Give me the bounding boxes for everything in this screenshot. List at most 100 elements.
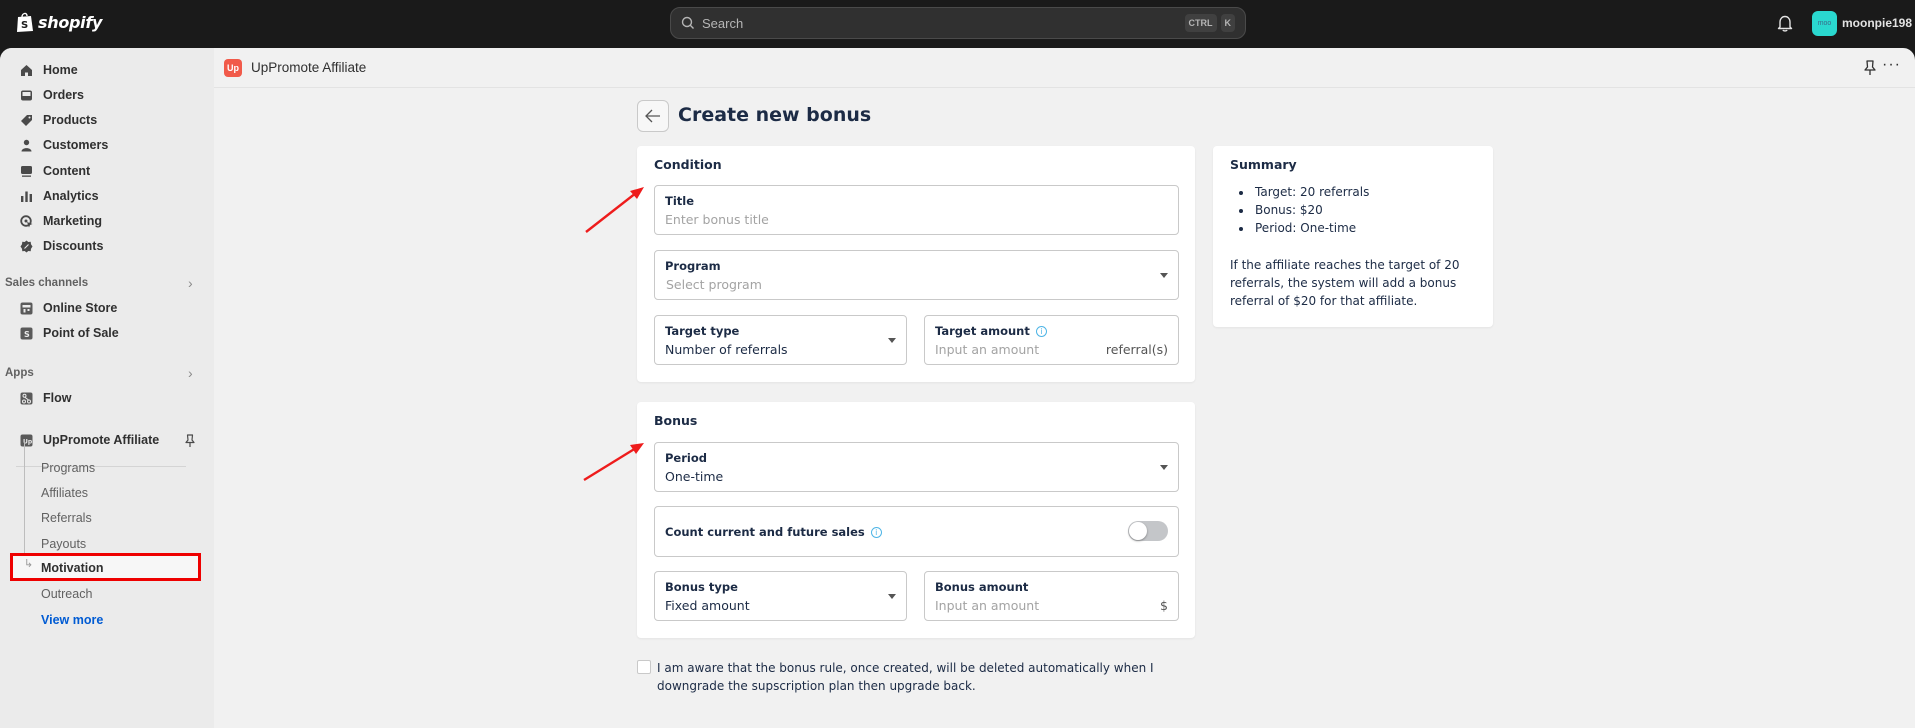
count-sales-field: Count current and future sales i <box>654 506 1179 557</box>
sidebar-subitem-motivation[interactable]: Motivation <box>41 561 104 575</box>
sidebar-item-uppromote-affiliate[interactable]: Up UpPromote Affiliate <box>8 428 200 452</box>
sidebar-item-label: Flow <box>43 391 72 405</box>
tag-icon <box>19 113 33 127</box>
sidebar-item-home[interactable]: Home <box>8 58 200 82</box>
sidebar-item-label: Products <box>43 113 98 127</box>
chevron-right-icon[interactable]: › <box>188 365 193 381</box>
app-title: UpPromote Affiliate <box>251 60 367 75</box>
bell-icon[interactable] <box>1777 14 1793 32</box>
info-icon[interactable]: i <box>870 527 882 538</box>
caret-down-icon <box>1160 273 1168 278</box>
bonus-amount-input[interactable]: Input an amount <box>935 598 1039 613</box>
acknowledgement-text[interactable]: I am aware that the bonus rule, once cre… <box>657 659 1197 695</box>
period-select[interactable]: Period One-time <box>654 442 1179 492</box>
bonus-amount-field[interactable]: Bonus amount Input an amount $ <box>924 571 1179 621</box>
sidebar-item-analytics[interactable]: Analytics <box>8 184 200 208</box>
section-label-sales-channels: Sales channels <box>5 277 89 289</box>
back-button[interactable] <box>637 100 669 132</box>
username[interactable]: moonpie198 <box>1842 16 1912 30</box>
store-icon <box>19 301 33 315</box>
sidebar-item-content[interactable]: Content <box>8 159 200 183</box>
summary-item: Bonus: $20 <box>1230 203 1369 221</box>
sidebar-item-label: Customers <box>43 138 109 152</box>
bar-chart-icon <box>19 189 33 203</box>
bonus-type-label: Bonus type <box>665 580 738 594</box>
summary-heading: Summary <box>1230 157 1297 172</box>
uppromote-app-icon: Up <box>19 433 33 447</box>
program-select[interactable]: Program Select program <box>654 250 1179 300</box>
sidebar-item-discounts[interactable]: Discounts <box>8 234 200 258</box>
target-type-select[interactable]: Target type Number of referrals <box>654 315 907 365</box>
bonus-type-select[interactable]: Bonus type Fixed amount <box>654 571 907 621</box>
home-icon <box>19 63 33 77</box>
search-icon <box>681 16 694 29</box>
sidebar-item-label: Point of Sale <box>43 326 119 340</box>
flow-icon <box>19 391 33 405</box>
sidebar-subitem-payouts[interactable]: Payouts <box>41 537 86 551</box>
section-label-apps: Apps <box>5 367 34 379</box>
sidebar-item-label: Analytics <box>43 189 99 203</box>
condition-card: Condition Title Enter bonus title Progra… <box>637 146 1195 382</box>
target-amount-input[interactable]: Input an amount <box>935 342 1039 357</box>
sidebar-item-label: Online Store <box>43 301 118 315</box>
sidebar-item-flow[interactable]: Flow <box>8 386 200 410</box>
shortcut-key-k: K <box>1220 14 1235 32</box>
sidebar-item-label: Discounts <box>43 239 104 253</box>
shopify-logo[interactable]: S shopify <box>16 11 102 33</box>
sidebar-item-customers[interactable]: Customers <box>8 133 200 157</box>
target-type-value: Number of referrals <box>665 342 788 357</box>
bonus-type-value: Fixed amount <box>665 598 750 613</box>
info-icon[interactable]: i <box>1035 326 1047 337</box>
shopify-bag-icon: S <box>17 12 33 32</box>
bonus-amount-label: Bonus amount <box>935 580 1029 594</box>
summary-item: Target: 20 referrals <box>1230 185 1369 203</box>
chevron-right-icon[interactable]: › <box>188 275 193 291</box>
program-placeholder: Select program <box>666 277 762 292</box>
sidebar-item-orders[interactable]: Orders <box>8 83 200 107</box>
sidebar-item-online-store[interactable]: Online Store <box>8 296 200 320</box>
search-placeholder: Search <box>702 15 744 31</box>
top-bar: S shopify Search CTRL K moo moonpie198 <box>0 0 1915 48</box>
acknowledgement-checkbox[interactable] <box>637 660 651 674</box>
content-icon <box>19 164 33 178</box>
admin-shell: Home Orders Products Customers Content A… <box>0 48 1915 728</box>
sidebar-subitem-outreach[interactable]: Outreach <box>41 587 92 601</box>
search-bar[interactable]: Search CTRL K <box>670 7 1246 39</box>
sidebar-item-products[interactable]: Products <box>8 108 200 132</box>
pos-icon: S <box>19 326 33 340</box>
discount-icon <box>19 239 33 253</box>
sidebar-item-point-of-sale[interactable]: S Point of Sale <box>8 321 200 345</box>
sidebar-subitem-programs[interactable]: Programs <box>41 461 95 475</box>
period-label: Period <box>665 451 707 465</box>
pin-icon[interactable] <box>1863 60 1877 76</box>
svg-text:S: S <box>24 330 30 339</box>
sidebar-subitem-affiliates[interactable]: Affiliates <box>41 486 88 500</box>
target-amount-field[interactable]: Target amount i Input an amount referral(… <box>924 315 1179 365</box>
caret-down-icon <box>1160 465 1168 470</box>
sidebar-item-marketing[interactable]: Marketing <box>8 209 200 233</box>
sidebar-subitem-referrals[interactable]: Referrals <box>41 511 92 525</box>
sidebar-item-label: UpPromote Affiliate <box>43 433 160 447</box>
count-sales-toggle[interactable] <box>1128 521 1168 541</box>
more-actions-icon[interactable]: ··· <box>1882 56 1901 74</box>
title-input[interactable]: Enter bonus title <box>665 212 769 227</box>
toggle-knob <box>1129 522 1147 540</box>
tree-line <box>24 440 25 562</box>
uppromote-logo-icon: Up <box>224 59 242 77</box>
target-icon <box>19 214 33 228</box>
caret-down-icon <box>888 338 896 343</box>
title-field[interactable]: Title Enter bonus title <box>654 185 1179 235</box>
orders-icon <box>19 88 33 102</box>
sidebar: Home Orders Products Customers Content A… <box>0 48 214 728</box>
caret-down-icon <box>888 594 896 599</box>
summary-card: Summary Target: 20 referrals Bonus: $20 … <box>1213 146 1493 327</box>
avatar[interactable]: moo <box>1812 11 1837 36</box>
bonus-card: Bonus Period One-time Count current and … <box>637 402 1195 638</box>
sidebar-item-label: Content <box>43 164 91 178</box>
summary-list: Target: 20 referrals Bonus: $20 Period: … <box>1230 185 1369 239</box>
target-amount-suffix: referral(s) <box>1105 342 1168 357</box>
pin-icon[interactable] <box>184 434 196 448</box>
sidebar-item-label: Marketing <box>43 214 103 228</box>
tree-arrow-icon: ↳ <box>24 558 34 570</box>
view-more-link[interactable]: View more <box>41 613 103 627</box>
